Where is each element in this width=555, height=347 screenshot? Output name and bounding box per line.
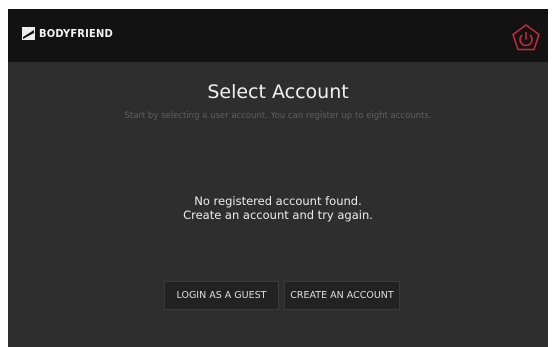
page-subtitle: Start by selecting a user account. You c… — [124, 111, 432, 121]
power-button[interactable] — [510, 23, 542, 55]
empty-state-message: No registered account found. Create an a… — [8, 194, 548, 222]
app-screen: BODYFRIEND Select Account Start by selec… — [8, 9, 548, 347]
bodyfriend-logo-icon — [22, 27, 35, 40]
power-icon — [512, 24, 540, 51]
empty-state-line-1: No registered account found. — [194, 194, 362, 208]
top-bar: BODYFRIEND — [8, 9, 548, 62]
page-title: Select Account — [207, 81, 349, 103]
login-as-guest-button[interactable]: LOGIN AS A GUEST — [164, 281, 279, 310]
brand-logo: BODYFRIEND — [22, 27, 113, 40]
create-account-button[interactable]: CREATE AN ACCOUNT — [284, 281, 400, 310]
empty-state-line-2: Create an account and try again. — [183, 208, 373, 222]
brand-name: BODYFRIEND — [39, 27, 113, 40]
